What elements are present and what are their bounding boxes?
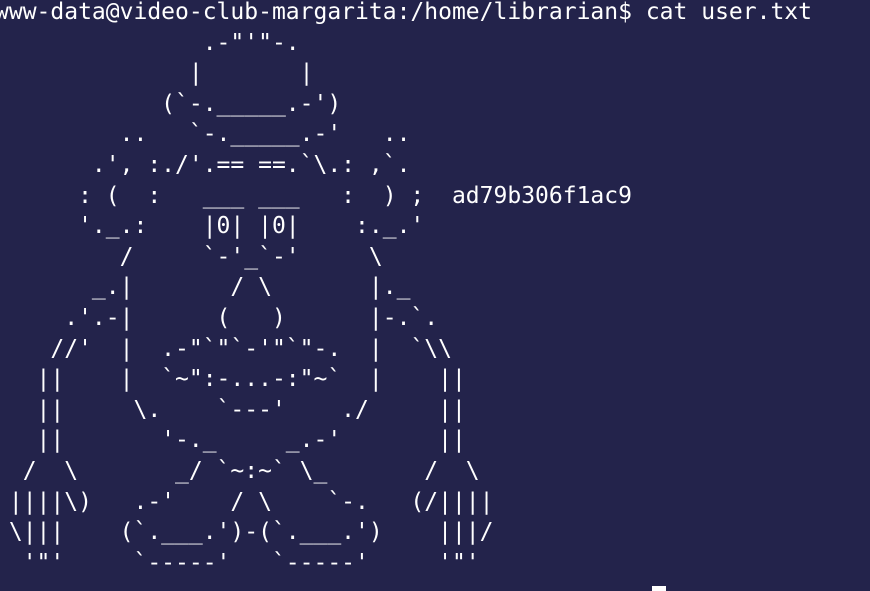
output-line: //' | .-"`"`-'"`"-. | `\\ [0, 335, 452, 362]
output-line: .. `-._____.-' .. [0, 121, 411, 148]
output-line: '"' `-----' `-----' '"' [0, 549, 480, 576]
output-line: .-"'"-. [0, 29, 300, 56]
output-line: || '-._ _.-' || [0, 427, 466, 454]
output-line: || \. `---' ./ || [0, 396, 466, 423]
text-cursor [652, 586, 666, 591]
command-line: www-data@video-club-margarita:/home/libr… [0, 0, 812, 28]
output-line: | | [0, 60, 314, 87]
output-line: .', :./'.== ==.`\.: ,`. [0, 151, 411, 178]
terminal-window[interactable]: www-data@video-club-margarita:/home/libr… [0, 0, 870, 591]
terminal-screen: www-data@video-club-margarita:/home/libr… [0, 0, 812, 578]
output-line: || | `~":-...-:"~` | || [0, 366, 466, 393]
output-line: / \ _/ `~:~` \_ / \ [0, 457, 480, 484]
output-line-with-flag: : ( : ___ ___ : ) ; ad79b306f1ac9 [0, 182, 632, 209]
output-line: .'.-| ( ) |-.`. [0, 304, 439, 331]
output-line: / `-'_`-' \ [0, 243, 383, 270]
output-line: ||||\) .-' / \ `-. (/|||| [0, 488, 494, 515]
output-line: '._.: |0| |0| :._.' [0, 213, 425, 240]
shell-prompt: www-data@video-club-margarita:/home/libr… [0, 0, 646, 25]
output-line: (`-._____.-') [0, 90, 342, 117]
typed-command: cat user.txt [645, 0, 812, 25]
output-line: \||| (`.___.')-(`.___.') |||/ [0, 519, 494, 546]
output-line: _.| / \ |._ [0, 274, 411, 301]
